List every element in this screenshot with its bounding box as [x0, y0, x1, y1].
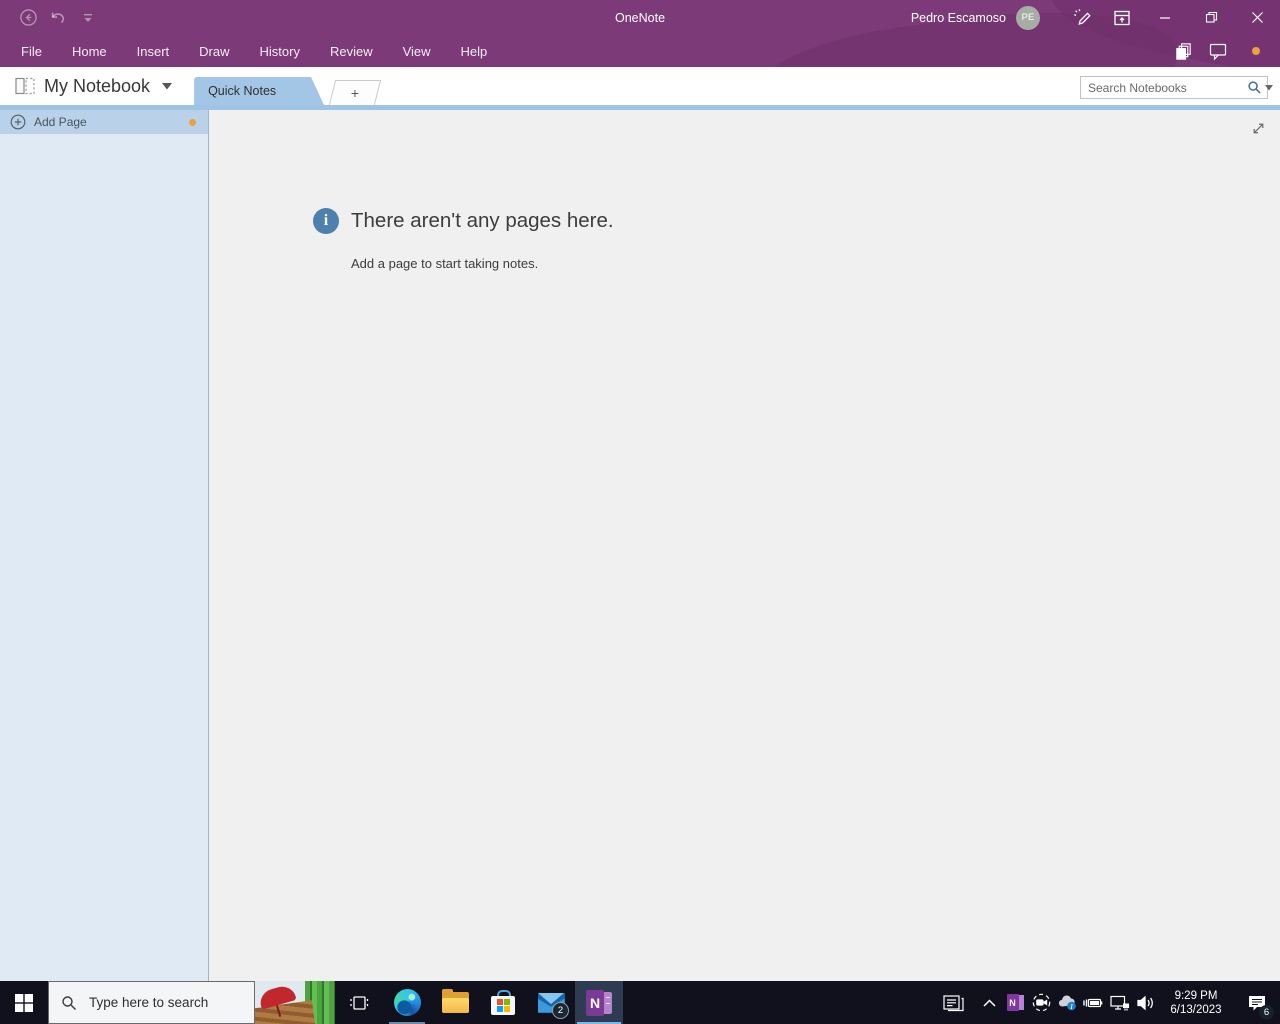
info-icon: i: [313, 208, 339, 234]
menu-home[interactable]: Home: [57, 35, 122, 67]
notebook-name: My Notebook: [44, 75, 151, 96]
tray-overflow-chevron-icon[interactable]: [976, 981, 1002, 1024]
onedrive-tray-icon[interactable]: i: [1054, 981, 1080, 1024]
add-page-plus-icon: [10, 114, 26, 130]
user-avatar[interactable]: PE: [1016, 5, 1040, 30]
news-feed-icon[interactable]: [932, 981, 976, 1024]
menu-review[interactable]: Review: [315, 35, 388, 67]
notebook-icon: [14, 76, 36, 96]
customize-quick-access-icon[interactable]: [78, 8, 98, 28]
search-notebooks-input[interactable]: [1081, 80, 1247, 95]
file-explorer-icon: [441, 989, 469, 1013]
section-tabs: Quick Notes +: [194, 67, 382, 105]
menu-help[interactable]: Help: [446, 35, 503, 67]
quick-access-toolbar: [0, 8, 98, 28]
notebook-switcher[interactable]: My Notebook: [0, 75, 173, 97]
clock-time: 9:29 PM: [1174, 989, 1218, 1002]
system-tray: N i 9:29 PM 6/13/2023 6: [932, 981, 1280, 1024]
search-scope-dropdown-icon[interactable]: [1265, 84, 1273, 91]
menu-history[interactable]: History: [245, 35, 315, 67]
page-canvas: i There aren't any pages here. Add a pag…: [209, 110, 1280, 981]
taskbar-clock[interactable]: 9:29 PM 6/13/2023: [1158, 989, 1234, 1017]
feedback-comment-icon[interactable]: [1208, 41, 1228, 61]
inking-pen-icon[interactable]: [1062, 0, 1102, 35]
notebook-bar: My Notebook Quick Notes +: [0, 67, 1280, 105]
pages-sidebar: Add Page: [0, 110, 209, 981]
store-taskbar-button[interactable]: [479, 981, 527, 1024]
minimize-button[interactable]: [1142, 0, 1188, 35]
task-view-button[interactable]: [335, 981, 383, 1024]
start-button[interactable]: [0, 981, 48, 1024]
signed-in-user[interactable]: Pedro Escamoso: [911, 11, 1006, 25]
add-page-label: Add Page: [34, 115, 87, 129]
notebook-search-box: [1080, 76, 1273, 99]
restore-button[interactable]: [1188, 0, 1234, 35]
notification-dot: [1252, 47, 1260, 55]
file-explorer-taskbar-button[interactable]: [431, 981, 479, 1024]
meet-now-icon[interactable]: [1028, 981, 1054, 1024]
microsoft-store-icon: [491, 990, 515, 1015]
notebook-dropdown-icon: [162, 82, 173, 90]
empty-state-title: There aren't any pages here.: [351, 209, 614, 232]
action-center-badge: 6: [1259, 1005, 1274, 1020]
menu-insert[interactable]: Insert: [122, 35, 185, 67]
add-page-button[interactable]: Add Page: [0, 110, 208, 134]
onenote-tray-icon[interactable]: N: [1002, 981, 1028, 1024]
taskbar-search-icon: [61, 995, 77, 1011]
empty-state-message: i There aren't any pages here. Add a pag…: [313, 208, 614, 271]
empty-state-subtitle: Add a page to start taking notes.: [351, 256, 539, 271]
edge-icon: [393, 989, 421, 1016]
taskbar-search-box: [48, 981, 268, 1024]
full-page-view-icon[interactable]: [1248, 118, 1268, 138]
action-center-button[interactable]: 6: [1234, 981, 1280, 1024]
clock-date: 6/13/2023: [1170, 1003, 1222, 1016]
menu-view[interactable]: View: [388, 35, 446, 67]
title-bar: OneNote Pedro Escamoso PE File Home Inse…: [0, 0, 1280, 67]
taskbar-search-input[interactable]: [87, 994, 268, 1011]
add-section-tab[interactable]: +: [328, 80, 382, 105]
network-icon[interactable]: [1106, 981, 1132, 1024]
switch-windows-icon[interactable]: [1173, 41, 1194, 62]
undo-icon[interactable]: [48, 8, 68, 28]
section-tab-quick-notes[interactable]: Quick Notes: [194, 77, 324, 105]
volume-icon[interactable]: [1132, 981, 1158, 1024]
edge-taskbar-button[interactable]: [383, 981, 431, 1024]
mail-taskbar-button[interactable]: 2: [527, 981, 575, 1024]
onenote-window: OneNote Pedro Escamoso PE File Home Inse…: [0, 0, 1280, 1024]
menu-file[interactable]: File: [6, 35, 57, 67]
onenote-taskbar-button[interactable]: N: [575, 981, 623, 1024]
ribbon-menu: File Home Insert Draw History Review Vie…: [0, 35, 502, 67]
menu-draw[interactable]: Draw: [184, 35, 244, 67]
mail-unread-badge: 2: [552, 1002, 569, 1019]
windows-taskbar: 2 N N: [0, 981, 1280, 1024]
onenote-icon: N: [586, 989, 612, 1016]
news-interests-widget[interactable]: [255, 981, 335, 1024]
sidebar-notification-dot: [189, 118, 196, 126]
power-battery-icon[interactable]: [1080, 981, 1106, 1024]
search-icon[interactable]: [1247, 80, 1262, 95]
back-icon[interactable]: [18, 8, 38, 28]
ribbon-display-options-icon[interactable]: [1102, 0, 1142, 35]
close-button[interactable]: [1234, 0, 1280, 35]
